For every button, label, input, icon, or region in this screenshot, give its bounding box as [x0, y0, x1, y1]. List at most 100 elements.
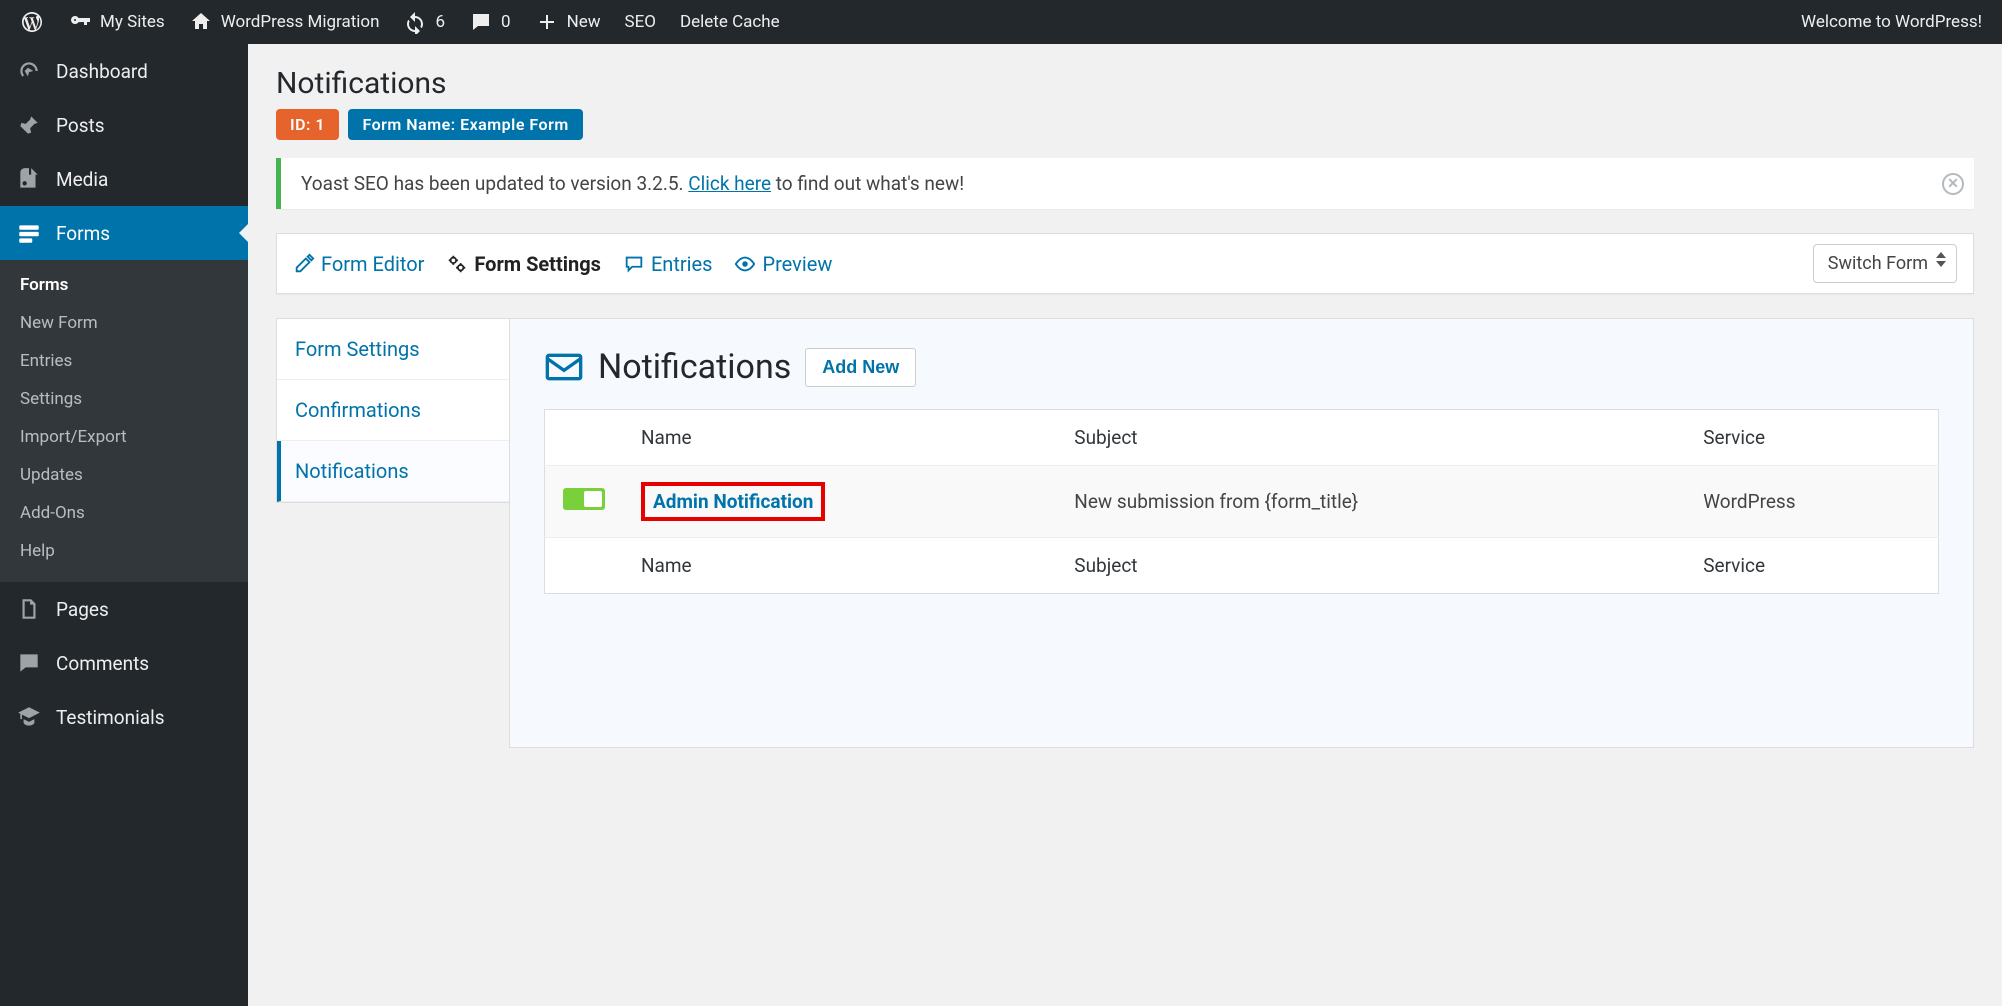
nav-entries-label: Entries: [651, 252, 713, 276]
plus-icon: [535, 10, 559, 34]
notice-text-pre: Yoast SEO has been updated to version 3.…: [301, 172, 688, 195]
submenu-forms[interactable]: Forms: [0, 266, 248, 304]
notification-toggle[interactable]: [563, 488, 605, 510]
settings-content: Notifications Add New Name Subject Servi…: [509, 318, 1974, 748]
eye-icon: [734, 253, 756, 275]
submenu-entries[interactable]: Entries: [0, 342, 248, 380]
submenu-addons[interactable]: Add-Ons: [0, 494, 248, 532]
switch-form-select[interactable]: Switch Form: [1813, 244, 1957, 283]
menu-comments-label: Comments: [56, 652, 149, 675]
key-icon: [68, 10, 92, 34]
menu-posts[interactable]: Posts: [0, 98, 248, 152]
submenu-import-export[interactable]: Import/Export: [0, 418, 248, 456]
submenu-updates[interactable]: Updates: [0, 456, 248, 494]
nav-preview-label: Preview: [762, 252, 832, 276]
ab-site-name-label: WordPress Migration: [221, 12, 380, 32]
ab-my-sites-label: My Sites: [100, 12, 165, 32]
menu-comments[interactable]: Comments: [0, 636, 248, 690]
comments-icon: [16, 650, 42, 676]
notice-dismiss-button[interactable]: ✕: [1942, 173, 1964, 195]
section-title-text: Notifications: [598, 347, 791, 387]
main-content: Notifications ID: 1 Form Name: Example F…: [248, 0, 2002, 748]
notice-text-post: to find out what's new!: [771, 172, 964, 195]
notification-service: WordPress: [1685, 466, 1938, 538]
envelope-icon: [544, 347, 584, 387]
testimonials-icon: [16, 704, 42, 730]
col-subject-header: Subject: [1056, 410, 1685, 466]
notification-name-link[interactable]: Admin Notification: [653, 490, 813, 513]
table-row: Admin Notification New submission from {…: [545, 466, 1939, 538]
comment-icon: [469, 10, 493, 34]
menu-dashboard[interactable]: Dashboard: [0, 44, 248, 98]
col-name-header: Name: [623, 410, 1056, 466]
nav-form-editor-label: Form Editor: [321, 252, 424, 276]
ab-comments-count: 0: [501, 12, 511, 32]
nav-form-settings[interactable]: Form Settings: [446, 252, 601, 276]
wp-logo[interactable]: [8, 0, 56, 44]
col-service-header: Service: [1685, 410, 1938, 466]
form-name-badge: Form Name: Example Form: [348, 109, 582, 140]
tab-notifications[interactable]: Notifications: [277, 441, 509, 502]
ab-comments[interactable]: 0: [457, 0, 523, 44]
menu-media-label: Media: [56, 168, 108, 191]
ab-new[interactable]: New: [523, 0, 613, 44]
ab-updates[interactable]: 6: [391, 0, 457, 44]
ab-my-sites[interactable]: My Sites: [56, 0, 177, 44]
ab-updates-count: 6: [435, 12, 445, 32]
tab-confirmations[interactable]: Confirmations: [277, 380, 509, 441]
nav-form-editor[interactable]: Form Editor: [293, 252, 424, 276]
ab-site-name[interactable]: WordPress Migration: [177, 0, 392, 44]
submenu-help[interactable]: Help: [0, 532, 248, 570]
dashboard-icon: [16, 58, 42, 84]
menu-testimonials-label: Testimonials: [56, 706, 165, 729]
ab-seo[interactable]: SEO: [613, 0, 668, 44]
menu-dashboard-label: Dashboard: [56, 60, 148, 83]
wordpress-logo-icon: [20, 10, 44, 34]
nav-preview[interactable]: Preview: [734, 252, 832, 276]
col-subject-footer: Subject: [1056, 538, 1685, 594]
menu-forms[interactable]: Forms: [0, 206, 248, 260]
page-title: Notifications: [276, 66, 1974, 101]
update-icon: [403, 10, 427, 34]
media-icon: [16, 166, 42, 192]
yoast-update-notice: Yoast SEO has been updated to version 3.…: [276, 158, 1974, 209]
speech-icon: [623, 253, 645, 275]
home-icon: [189, 10, 213, 34]
notice-click-here-link[interactable]: Click here: [688, 172, 771, 195]
col-toggle-header: [545, 410, 624, 466]
settings-tabs: Form Settings Confirmations Notification…: [276, 318, 509, 503]
form-badges: ID: 1 Form Name: Example Form: [276, 109, 1974, 140]
menu-pages[interactable]: Pages: [0, 582, 248, 636]
forms-icon: [16, 220, 42, 246]
pin-icon: [16, 112, 42, 138]
submenu-new-form[interactable]: New Form: [0, 304, 248, 342]
ab-welcome[interactable]: Welcome to WordPress!: [1789, 0, 1994, 44]
edit-icon: [293, 253, 315, 275]
notification-subject: New submission from {form_title}: [1056, 466, 1685, 538]
settings-area: Form Settings Confirmations Notification…: [276, 318, 1974, 748]
form-nav-toolbar: Form Editor Form Settings Entries Previe…: [276, 233, 1974, 294]
ab-new-label: New: [567, 12, 601, 32]
ab-delete-cache[interactable]: Delete Cache: [668, 0, 792, 44]
section-title: Notifications Add New: [544, 347, 1939, 387]
add-new-button[interactable]: Add New: [805, 348, 916, 387]
menu-media[interactable]: Media: [0, 152, 248, 206]
menu-pages-label: Pages: [56, 598, 109, 621]
menu-forms-label: Forms: [56, 222, 110, 245]
pages-icon: [16, 596, 42, 622]
admin-menu: Dashboard Posts Media Forms Forms New Fo…: [0, 44, 248, 1006]
submenu-settings[interactable]: Settings: [0, 380, 248, 418]
col-name-footer: Name: [623, 538, 1056, 594]
col-toggle-footer: [545, 538, 624, 594]
menu-testimonials[interactable]: Testimonials: [0, 690, 248, 744]
gears-icon: [446, 253, 468, 275]
nav-form-settings-label: Form Settings: [474, 252, 601, 276]
nav-entries[interactable]: Entries: [623, 252, 713, 276]
menu-forms-submenu: Forms New Form Entries Settings Import/E…: [0, 260, 248, 582]
menu-posts-label: Posts: [56, 114, 105, 137]
notifications-table: Name Subject Service Admin Notification …: [544, 409, 1939, 594]
tab-form-settings[interactable]: Form Settings: [277, 319, 509, 380]
form-id-badge: ID: 1: [276, 109, 339, 140]
admin-bar: My Sites WordPress Migration 6 0 New SEO…: [0, 0, 2002, 44]
col-service-footer: Service: [1685, 538, 1938, 594]
